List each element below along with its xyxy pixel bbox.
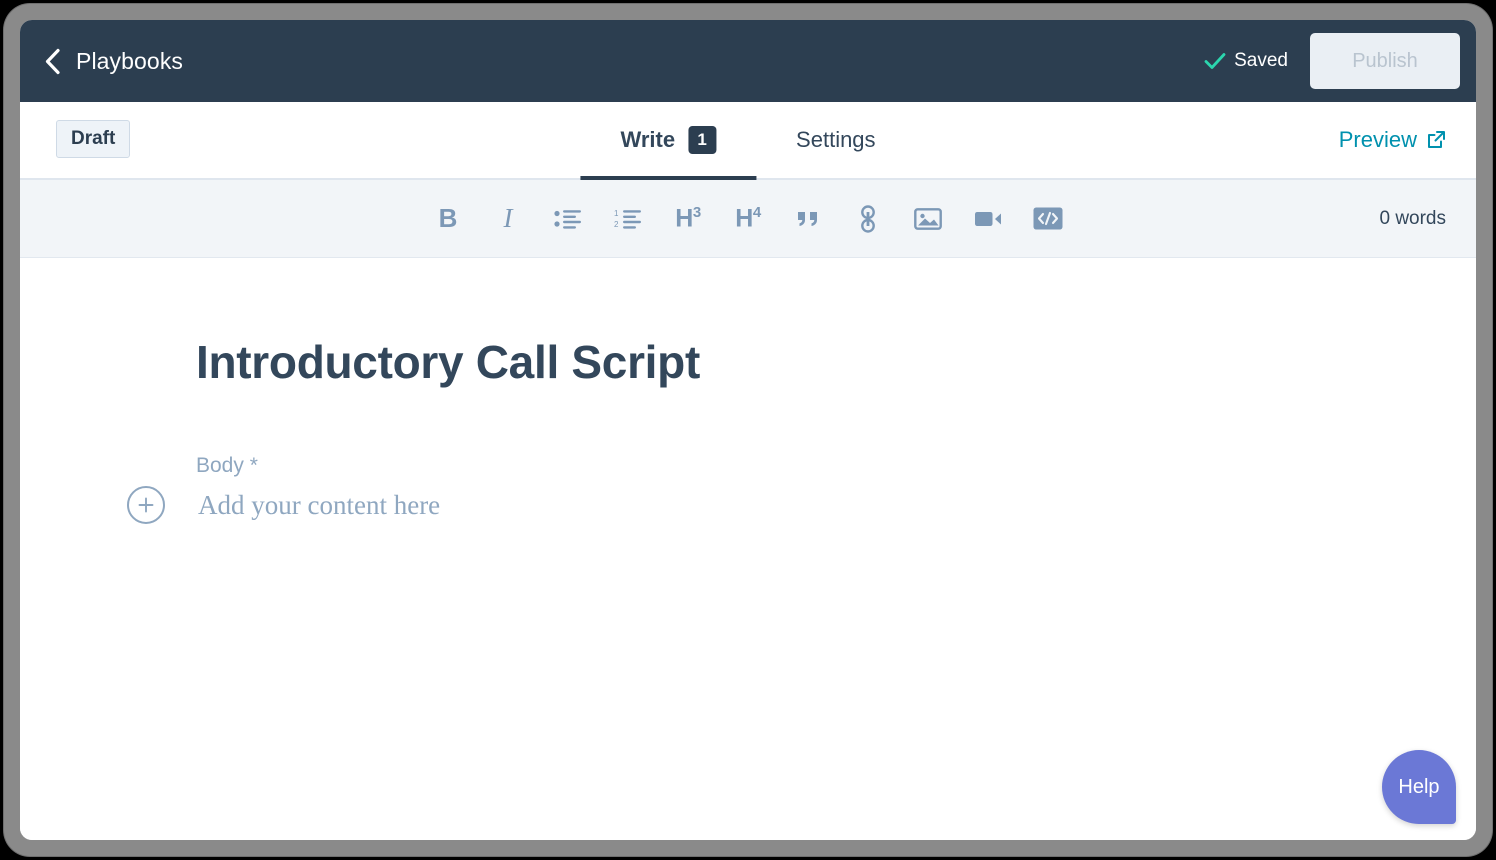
image-icon[interactable] xyxy=(911,202,945,236)
word-count-label: 0 words xyxy=(1379,208,1446,230)
tabs-group: Write 1 Settings xyxy=(580,102,915,178)
body-field-row: Add your content here xyxy=(127,486,440,524)
help-button[interactable]: Help xyxy=(1382,750,1456,824)
body-field-label: Body * xyxy=(196,454,258,478)
back-to-playbooks-link[interactable]: Playbooks xyxy=(42,48,183,75)
preview-label: Preview xyxy=(1339,127,1417,153)
app-screen: Playbooks Saved Publish Draft xyxy=(20,20,1476,840)
bulleted-list-icon[interactable] xyxy=(551,202,585,236)
preview-link[interactable]: Preview xyxy=(1339,127,1446,153)
editor-toolbar: B I 1 2 xyxy=(20,180,1476,258)
svg-text:1: 1 xyxy=(614,209,619,218)
heading-4-icon[interactable]: H4 xyxy=(731,202,765,236)
heading-4-label: H4 xyxy=(735,204,760,233)
device-frame: Playbooks Saved Publish Draft xyxy=(4,4,1492,856)
link-icon[interactable] xyxy=(851,202,885,236)
editor-canvas[interactable]: Introductory Call Script Body * Add your… xyxy=(20,258,1476,840)
video-icon[interactable] xyxy=(971,202,1005,236)
tab-write-count: 1 xyxy=(688,126,716,154)
tab-bar: Draft Write 1 Settings Preview xyxy=(20,102,1476,180)
tab-settings[interactable]: Settings xyxy=(756,102,916,178)
heading-3-icon[interactable]: H3 xyxy=(671,202,705,236)
status-badge: Saved xyxy=(1204,50,1288,72)
code-icon[interactable] xyxy=(1031,202,1065,236)
numbered-list-icon[interactable]: 1 2 xyxy=(611,202,645,236)
page-title[interactable]: Introductory Call Script xyxy=(196,335,700,389)
heading-3-label: H3 xyxy=(675,204,700,233)
tab-settings-label: Settings xyxy=(796,127,876,153)
plus-circle-icon[interactable] xyxy=(127,486,165,524)
tab-write-label: Write xyxy=(620,127,675,153)
draft-status-badge: Draft xyxy=(56,120,130,158)
svg-text:2: 2 xyxy=(614,220,619,229)
header-actions: Saved Publish xyxy=(1204,33,1460,89)
app-header: Playbooks Saved Publish xyxy=(20,20,1476,102)
chevron-left-icon xyxy=(42,48,62,74)
body-placeholder-text[interactable]: Add your content here xyxy=(198,490,440,521)
blockquote-icon[interactable] xyxy=(791,202,825,236)
tab-write[interactable]: Write 1 xyxy=(580,102,756,178)
back-link-label: Playbooks xyxy=(76,48,183,75)
check-icon xyxy=(1204,52,1226,70)
bold-icon[interactable]: B xyxy=(431,202,465,236)
saved-label: Saved xyxy=(1234,50,1288,72)
publish-button[interactable]: Publish xyxy=(1310,33,1460,89)
italic-icon[interactable]: I xyxy=(491,202,525,236)
toolbar-buttons: B I 1 2 xyxy=(431,202,1065,236)
external-link-icon xyxy=(1426,130,1446,150)
